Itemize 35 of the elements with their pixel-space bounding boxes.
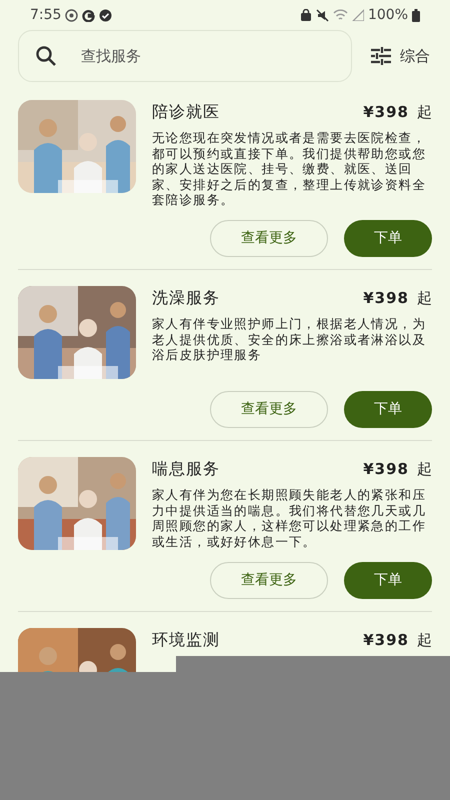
service-title: 洗澡服务 xyxy=(152,286,220,309)
eye-icon xyxy=(65,8,78,22)
search-icon xyxy=(35,45,57,67)
order-button[interactable]: 下单 xyxy=(344,390,432,428)
service-title: 环境监测 xyxy=(152,628,220,651)
service-price: ¥398 xyxy=(363,288,409,309)
service-title: 陪诊就医 xyxy=(152,101,220,123)
order-button[interactable]: 下单 xyxy=(344,562,432,599)
service-price: ¥398 xyxy=(363,102,409,123)
service-description: 家人有伴为您在长期照顾失能老人的紧张和压力中提供适当的喘息。我们将代替您几天或几周照顾您的家人，这样您可以处理紧急的工作或生活，或好好休息一下。 xyxy=(152,486,427,550)
sort-button[interactable]: 综合 xyxy=(370,44,430,68)
battery-text: 100% xyxy=(368,6,408,24)
mute-icon xyxy=(316,8,329,22)
more-button[interactable]: 查看更多 xyxy=(210,562,328,599)
service-price: ¥398 xyxy=(363,630,409,651)
order-button[interactable]: 下单 xyxy=(344,220,432,257)
service-price: ¥398 xyxy=(363,458,409,480)
price-unit: 起 xyxy=(417,288,432,309)
search-field[interactable]: 查找服务 xyxy=(18,30,352,82)
service-description: 无论您现在突发情况或者是需要去医院检查，都可以预约或直接下单。我们提供帮助您或您的家人送达医院、挂号、缴费、就医、送回家、安排好之后的复查，整理上传就诊资料全套陪诊服务。 xyxy=(152,130,427,208)
g-logo-icon xyxy=(82,8,96,22)
lock-icon xyxy=(300,9,312,21)
price-unit: 起 xyxy=(417,630,432,651)
service-description: 家人有伴专业照护师上门，根据老人情况，为老人提供优质、安全的床上擦浴或者淋浴以及浴后皮肤护理服务 xyxy=(152,316,427,363)
status-time: 7:55 xyxy=(30,6,62,24)
filter-icon xyxy=(370,46,392,66)
wifi-icon xyxy=(332,8,348,22)
price-unit: 起 xyxy=(417,102,432,123)
service-title: 喘息服务 xyxy=(152,458,220,480)
more-button[interactable]: 查看更多 xyxy=(210,220,328,257)
price-unit: 起 xyxy=(417,458,432,480)
more-button[interactable]: 查看更多 xyxy=(210,390,328,428)
check-circle-icon xyxy=(99,8,112,22)
signal-icon xyxy=(352,9,364,21)
battery-icon xyxy=(412,8,420,22)
